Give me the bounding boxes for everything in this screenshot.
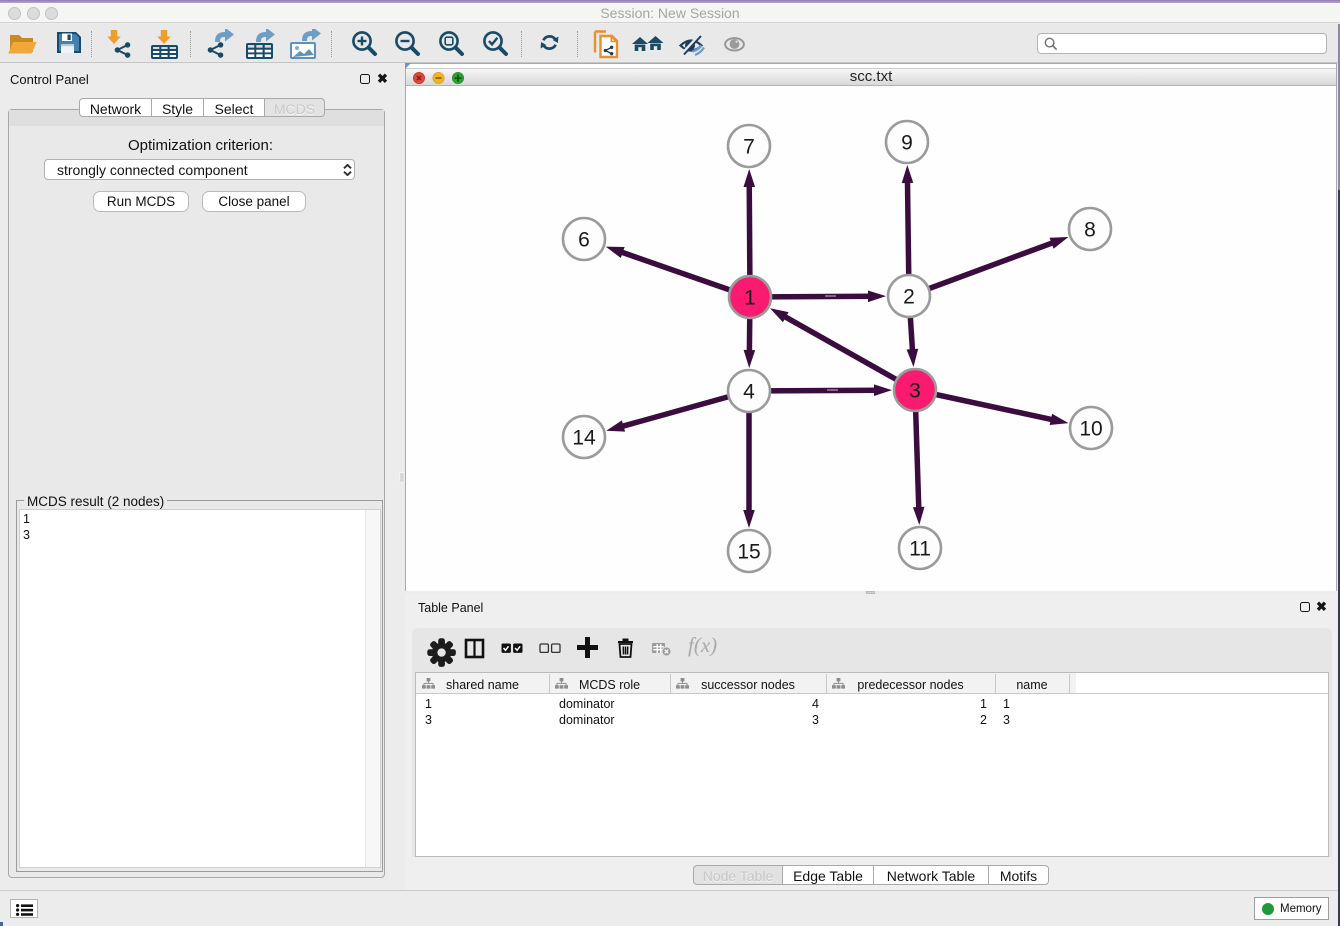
- svg-text:1: 1: [744, 287, 756, 310]
- svg-text:11: 11: [909, 538, 931, 561]
- svg-text:14: 14: [572, 427, 596, 450]
- svg-text:10: 10: [1079, 418, 1102, 441]
- svg-text:7: 7: [743, 136, 755, 159]
- svg-text:4: 4: [743, 381, 755, 404]
- svg-text:9: 9: [901, 132, 913, 155]
- svg-text:2: 2: [903, 286, 915, 309]
- svg-text:6: 6: [578, 229, 590, 252]
- svg-text:3: 3: [909, 380, 921, 403]
- svg-text:8: 8: [1084, 219, 1096, 242]
- svg-text:f(x): f(x): [688, 635, 717, 657]
- svg-text:15: 15: [737, 541, 760, 564]
